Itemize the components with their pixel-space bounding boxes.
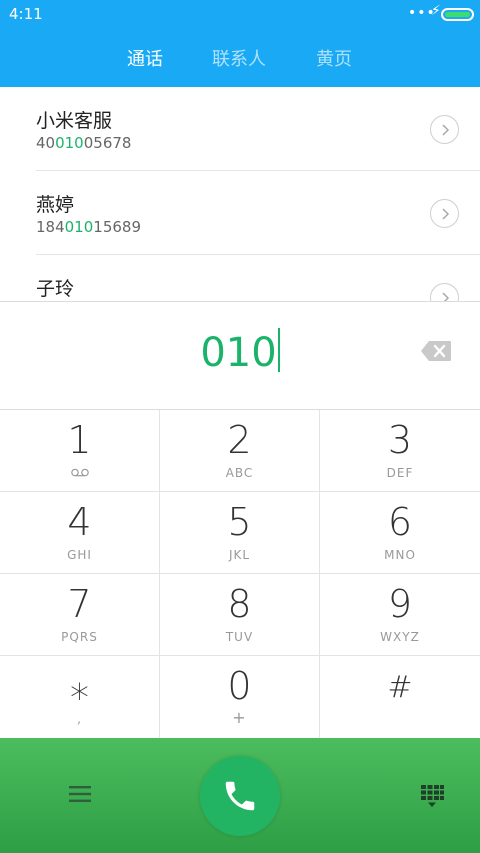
menu-icon[interactable]: [66, 782, 94, 806]
contact-name: 燕婷: [36, 194, 75, 216]
contact-name: 小米客服: [36, 110, 113, 132]
key-digit: 7: [67, 582, 92, 626]
app-header: 4:11 ••• ⚡ 通话 联系人 黄页: [0, 0, 480, 87]
key-7[interactable]: 7 PQRS: [0, 574, 160, 656]
dial-input-bar: 010: [0, 301, 480, 410]
contact-results-list: 小米客服 4001005678 燕婷 18401015689 子玲: [0, 87, 480, 301]
chevron-right-icon[interactable]: [430, 115, 459, 144]
key-0[interactable]: 0 +: [160, 656, 320, 738]
phone-icon: [225, 781, 255, 811]
tab-bar: 通话 联系人 黄页: [0, 40, 480, 74]
contact-number: 18401015689: [36, 218, 141, 236]
key-letters: TUV: [225, 630, 254, 644]
status-time: 4:11: [9, 5, 43, 23]
dialer-action-bar: [0, 738, 480, 853]
dialpad-icon[interactable]: [418, 782, 446, 810]
key-letters: DEF: [386, 466, 414, 480]
backspace-icon[interactable]: [420, 340, 452, 362]
key-digit: #: [387, 670, 413, 705]
contact-number: 4001005678: [36, 134, 132, 152]
text-cursor: [277, 328, 280, 372]
key-digit: 6: [387, 500, 413, 544]
key-letters: ,: [77, 712, 82, 726]
dial-input[interactable]: 010: [0, 328, 480, 376]
tab-yellow-pages[interactable]: 黄页: [316, 45, 352, 71]
call-button[interactable]: [200, 756, 280, 836]
tab-calls[interactable]: 通话: [127, 45, 163, 71]
status-bar: 4:11 ••• ⚡: [0, 0, 480, 28]
key-digit: 3: [387, 418, 413, 462]
chevron-right-icon[interactable]: [430, 199, 459, 228]
list-item[interactable]: 小米客服 4001005678: [0, 87, 480, 171]
key-letters: MNO: [384, 548, 416, 562]
key-4[interactable]: 4 GHI: [0, 492, 160, 574]
key-3[interactable]: 3 DEF: [320, 410, 480, 492]
key-hash[interactable]: #: [320, 656, 480, 738]
key-6[interactable]: 6 MNO: [320, 492, 480, 574]
battery-icon: [441, 8, 474, 21]
key-star[interactable]: ⁎ ,: [0, 656, 160, 738]
key-letters: GHI: [67, 548, 92, 562]
key-8[interactable]: 8 TUV: [160, 574, 320, 656]
contact-name: 子玲: [36, 278, 75, 300]
key-digit: 9: [387, 582, 413, 626]
key-2[interactable]: 2 ABC: [160, 410, 320, 492]
voicemail-icon: [71, 468, 89, 477]
dial-input-value: 010: [200, 330, 277, 376]
key-letters: WXYZ: [380, 630, 420, 644]
dialpad: 1 2 ABC 3 DEF 4 GHI 5 JKL 6 MNO 7 PQRS 8…: [0, 410, 480, 738]
key-digit: 5: [227, 500, 252, 544]
tab-contacts[interactable]: 联系人: [212, 45, 266, 71]
key-digit: 1: [67, 418, 92, 462]
list-item[interactable]: 子玲: [0, 255, 480, 301]
key-digit: 4: [67, 500, 92, 544]
list-item[interactable]: 燕婷 18401015689: [0, 171, 480, 255]
key-5[interactable]: 5 JKL: [160, 492, 320, 574]
key-letters: JKL: [228, 548, 251, 562]
charging-icon: ⚡: [431, 3, 441, 19]
key-digit: 0: [227, 664, 252, 708]
key-digit: 8: [227, 582, 252, 626]
key-letters: PQRS: [61, 630, 98, 644]
chevron-right-icon[interactable]: [430, 283, 459, 301]
key-letters: ABC: [225, 466, 254, 480]
key-1[interactable]: 1: [0, 410, 160, 492]
key-digit: 2: [227, 418, 252, 462]
key-digit: ⁎: [70, 664, 89, 708]
key-9[interactable]: 9 WXYZ: [320, 574, 480, 656]
key-letters: +: [232, 708, 247, 727]
